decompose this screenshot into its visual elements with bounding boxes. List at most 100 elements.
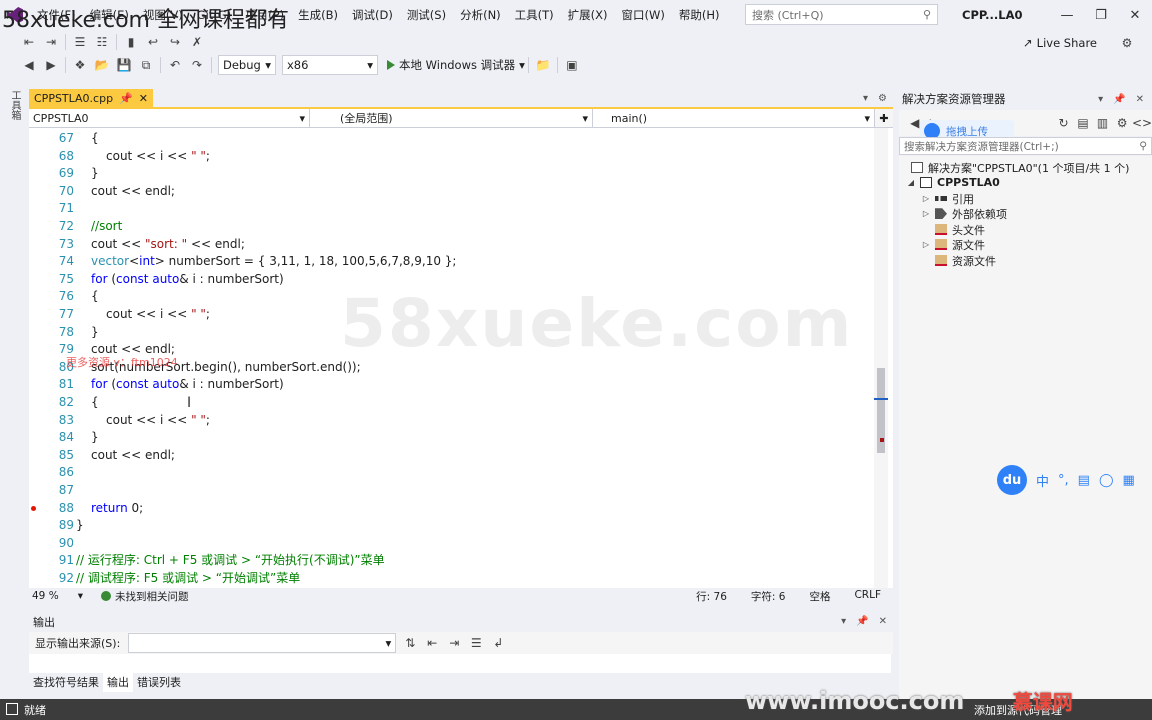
code-line[interactable]: 90: [29, 535, 874, 553]
collapsed-arrow-icon[interactable]: ▷: [922, 240, 930, 249]
align-right-icon[interactable]: ⇥: [40, 32, 62, 52]
start-debugging-button[interactable]: 本地 Windows 调试器 ▾: [387, 57, 525, 73]
clear-all-icon[interactable]: ☰: [465, 633, 487, 653]
code-line[interactable]: 67 {: [29, 130, 874, 148]
live-share-button[interactable]: ↗ Live Share: [1023, 36, 1097, 50]
bottom-tab-1[interactable]: 输出: [103, 673, 133, 692]
expanded-arrow-icon[interactable]: ◢: [907, 178, 915, 187]
line-ending[interactable]: CRLF: [854, 589, 881, 604]
punctuation-icon[interactable]: °,: [1058, 473, 1069, 488]
menu-item-7[interactable]: 测试(S): [400, 0, 453, 30]
solution-config-select[interactable]: Debug ▾: [218, 55, 276, 75]
redo-icon[interactable]: ↷: [186, 55, 208, 75]
code-line[interactable]: 91// 运行程序: Ctrl + F5 或调试 > “开始执行(不调试)”菜单: [29, 552, 874, 570]
pin-icon[interactable]: 📌: [856, 616, 868, 627]
close-icon[interactable]: ✕: [139, 92, 148, 105]
tree-item-header-files[interactable]: 头文件: [922, 222, 985, 238]
menu-item-10[interactable]: 扩展(X): [561, 0, 615, 30]
code-line[interactable]: 72 //sort: [29, 218, 874, 236]
tree-item-source-files[interactable]: ▷ 源文件: [922, 237, 985, 253]
code-line[interactable]: 68 cout << i << " ";: [29, 148, 874, 166]
toolbox-tab[interactable]: 工具箱: [8, 90, 22, 130]
code-line[interactable]: 92// 调试程序: F5 或调试 > “开始调试”菜单: [29, 570, 874, 588]
menu-item-12[interactable]: 帮助(H): [672, 0, 727, 30]
uncomment-icon[interactable]: ☷: [91, 32, 113, 52]
menu-item-9[interactable]: 工具(T): [508, 0, 561, 30]
minimize-icon[interactable]: —: [1050, 0, 1084, 30]
clear-bookmarks-icon[interactable]: ✗: [186, 32, 208, 52]
code-line[interactable]: 71: [29, 200, 874, 218]
collapsed-arrow-icon[interactable]: ▷: [922, 209, 930, 218]
code-line[interactable]: 69}: [29, 165, 874, 183]
collapsed-arrow-icon[interactable]: ▷: [922, 194, 930, 203]
breakpoint-dot[interactable]: [31, 505, 36, 511]
grid-icon[interactable]: ▦: [1123, 473, 1135, 488]
tree-item-resource-files[interactable]: 资源文件: [922, 253, 996, 269]
menu-item-5[interactable]: 生成(B): [291, 0, 345, 30]
collapse-all-icon[interactable]: ▤: [1073, 113, 1093, 133]
align-left-icon[interactable]: ⇤: [18, 32, 40, 52]
split-icon[interactable]: ✚: [875, 109, 893, 127]
chinese-mode-toggle[interactable]: 中: [1036, 471, 1049, 490]
code-line[interactable]: 70 cout << endl;: [29, 183, 874, 201]
scope-nav-select[interactable]: (全局范围) ▾: [310, 109, 593, 127]
output-source-select[interactable]: ▾: [128, 633, 397, 653]
forward-icon[interactable]: ▶: [40, 55, 62, 75]
next-message-icon[interactable]: ⇥: [443, 633, 465, 653]
code-line[interactable]: 87: [29, 482, 874, 500]
code-line[interactable]: 85 cout << endl;: [29, 447, 874, 465]
code-line[interactable]: 73 cout << "sort: " << endl;: [29, 236, 874, 254]
user-icon[interactable]: ◯: [1099, 473, 1114, 488]
platform-select[interactable]: x86 ▾: [282, 55, 378, 75]
open-file-icon[interactable]: 📂: [91, 55, 113, 75]
close-icon[interactable]: ✕: [1136, 94, 1144, 105]
baidu-input-logo[interactable]: du: [997, 465, 1027, 495]
bottom-tab-0[interactable]: 查找符号结果: [29, 673, 103, 692]
member-nav-select[interactable]: main() ▾: [593, 109, 875, 127]
output-content[interactable]: [29, 654, 891, 673]
issues-indicator[interactable]: 未找到相关问题: [101, 589, 189, 604]
find-in-files-icon[interactable]: 📁: [532, 55, 554, 75]
tree-item-references[interactable]: ▷ 引用: [922, 191, 974, 207]
close-icon[interactable]: ✕: [1118, 0, 1152, 30]
new-project-icon[interactable]: ❖: [69, 55, 91, 75]
chevron-down-icon[interactable]: ▾: [841, 616, 846, 627]
save-icon[interactable]: 💾: [113, 55, 135, 75]
menu-item-8[interactable]: 分析(N): [453, 0, 508, 30]
menu-item-6[interactable]: 调试(D): [345, 0, 400, 30]
show-all-files-icon[interactable]: ▥: [1093, 113, 1113, 133]
close-icon[interactable]: ✕: [879, 616, 887, 627]
code-line[interactable]: 84}: [29, 429, 874, 447]
feedback-icon[interactable]: ⚙: [1116, 33, 1138, 53]
whitespace-mode[interactable]: 空格: [809, 589, 830, 604]
back-icon[interactable]: ◀: [18, 55, 40, 75]
tab-cppstla0[interactable]: CPPSTLA0.cpp 📌 ✕: [29, 89, 153, 108]
project-nav-select[interactable]: CPPSTLA0 ▾: [29, 109, 310, 127]
properties-icon[interactable]: ⚙: [1112, 113, 1132, 133]
code-view-icon[interactable]: <>: [1132, 113, 1152, 133]
save-all-icon[interactable]: ⧉: [135, 55, 157, 75]
search-input[interactable]: 搜索 (Ctrl+Q) ⚲: [745, 4, 938, 25]
code-line[interactable]: 89}: [29, 517, 874, 535]
menu-item-11[interactable]: 窗口(W): [615, 0, 672, 30]
sync-icon[interactable]: ↻: [1054, 113, 1074, 133]
code-line[interactable]: 88 return 0;: [29, 500, 874, 518]
editor-scrollbar[interactable]: [874, 128, 888, 588]
undo-icon[interactable]: ↶: [164, 55, 186, 75]
toolbox-icon[interactable]: ▤: [1078, 473, 1090, 488]
prev-message-icon[interactable]: ⇤: [421, 633, 443, 653]
zoom-select[interactable]: 49 % ▾: [29, 590, 89, 602]
tree-item-external-deps[interactable]: ▷ 外部依赖项: [922, 206, 1007, 222]
code-line[interactable]: 83 cout << i << " ";: [29, 412, 874, 430]
pin-icon[interactable]: 📌: [1113, 94, 1125, 105]
solution-search-input[interactable]: 搜索解决方案资源管理器(Ctrl+;) ⚲: [899, 137, 1152, 155]
pin-icon[interactable]: 📌: [119, 92, 133, 105]
code-line[interactable]: 86: [29, 464, 874, 482]
code-line[interactable]: 81 for (const auto& i : numberSort): [29, 376, 874, 394]
maximize-icon[interactable]: ❐: [1084, 0, 1118, 30]
word-wrap-icon[interactable]: ↲: [487, 633, 509, 653]
tab-dropdown-icon[interactable]: ▾: [863, 93, 868, 104]
prev-bookmark-icon[interactable]: ↩: [142, 32, 164, 52]
bottom-tab-2[interactable]: 错误列表: [133, 673, 185, 692]
tree-solution[interactable]: 解决方案"CPPSTLA0"(1 个项目/共 1 个): [911, 160, 1129, 176]
